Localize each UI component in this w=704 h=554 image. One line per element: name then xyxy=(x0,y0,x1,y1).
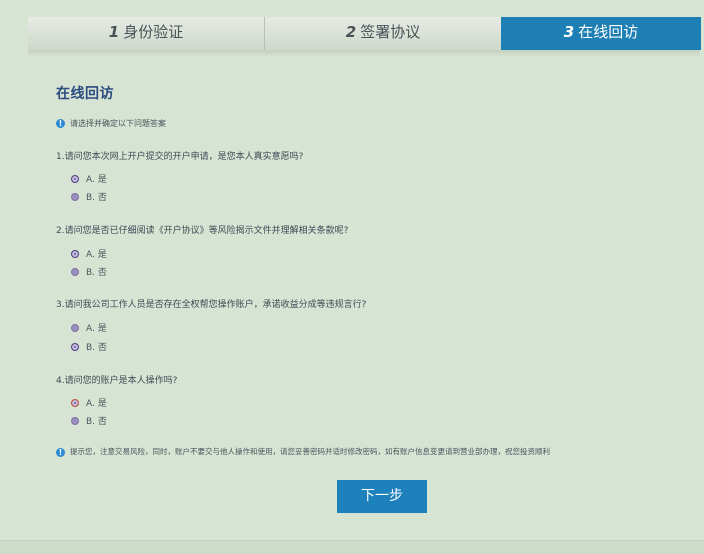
step-2: 2 签署协议 xyxy=(265,17,501,50)
page-title: 在线回访 xyxy=(56,86,114,102)
step-3-number: 3 xyxy=(563,23,575,41)
question-3: 3.请问我公司工作人员是否存在全权帮您操作账户，承诺收益分成等违规言行? xyxy=(56,300,367,310)
q1-option-a-label[interactable]: A. 是 xyxy=(86,172,107,185)
q3-option-b-radio[interactable] xyxy=(71,342,79,351)
q1-option-b[interactable]: B. 否 xyxy=(71,190,107,203)
question-1: 1.请问您本次网上开户提交的开户申请，是您本人真实意愿吗? xyxy=(56,152,304,162)
step-1-number: 1 xyxy=(108,23,120,41)
q2-option-b-radio[interactable] xyxy=(71,267,79,276)
step-2-number: 2 xyxy=(345,23,357,41)
q4-option-a[interactable]: A. 是 xyxy=(71,396,107,409)
step-progress-bar: 1 身份验证 2 签署协议 3 在线回访 xyxy=(28,17,701,56)
q3-option-b-label[interactable]: B. 否 xyxy=(86,340,107,353)
q2-option-a-label[interactable]: A. 是 xyxy=(86,247,107,260)
q2-option-b[interactable]: B. 否 xyxy=(71,265,107,278)
q3-option-b[interactable]: B. 否 xyxy=(71,340,107,353)
step-3-active: 3 在线回访 xyxy=(501,17,701,56)
info-icon: ! xyxy=(56,119,65,128)
page: 1 身份验证 2 签署协议 3 在线回访 在线回访 ! 请选择并确定以下问题答案 1.请… xyxy=(0,0,704,554)
footer-strip xyxy=(0,540,704,554)
question-4: 4.请问您的账户是本人操作吗? xyxy=(56,376,178,386)
q3-option-a[interactable]: A. 是 xyxy=(71,321,107,334)
intro-text: 请选择并确定以下问题答案 xyxy=(70,119,166,128)
q3-option-a-radio[interactable] xyxy=(71,323,79,332)
q4-option-b-label[interactable]: B. 否 xyxy=(86,414,107,427)
info-icon: ! xyxy=(56,447,65,457)
q1-option-b-label[interactable]: B. 否 xyxy=(86,190,107,203)
step-1: 1 身份验证 xyxy=(28,17,265,50)
q2-option-b-label[interactable]: B. 否 xyxy=(86,265,107,278)
q2-option-a[interactable]: A. 是 xyxy=(71,247,107,260)
q4-option-a-radio[interactable] xyxy=(71,398,79,407)
step-3-label: 在线回访 xyxy=(578,23,639,41)
q2-option-a-radio[interactable] xyxy=(71,249,79,258)
intro-hint: ! 请选择并确定以下问题答案 xyxy=(56,118,166,129)
q4-option-a-label[interactable]: A. 是 xyxy=(86,396,107,409)
q3-option-a-label[interactable]: A. 是 xyxy=(86,321,107,334)
q4-option-b-radio[interactable] xyxy=(71,416,79,425)
step-2-label: 签署协议 xyxy=(360,23,421,41)
q1-option-b-radio[interactable] xyxy=(71,192,79,201)
next-step-button[interactable]: 下一步 xyxy=(337,480,427,513)
risk-notice-text: 提示您，注意交易风险，同时，账户不要交与他人操作和使用，请您妥善密码并适时修改密… xyxy=(70,447,550,456)
steps-divider xyxy=(28,50,700,57)
step-1-label: 身份验证 xyxy=(123,23,184,41)
q4-option-b[interactable]: B. 否 xyxy=(71,414,107,427)
risk-notice: ! 提示您，注意交易风险，同时，账户不要交与他人操作和使用，请您妥善密码并适时修改… xyxy=(56,446,550,457)
question-2: 2.请问您是否已仔细阅读《开户协议》等风险揭示文件并理解相关条款呢? xyxy=(56,226,349,236)
q1-option-a-radio[interactable] xyxy=(71,174,79,183)
q1-option-a[interactable]: A. 是 xyxy=(71,172,107,185)
